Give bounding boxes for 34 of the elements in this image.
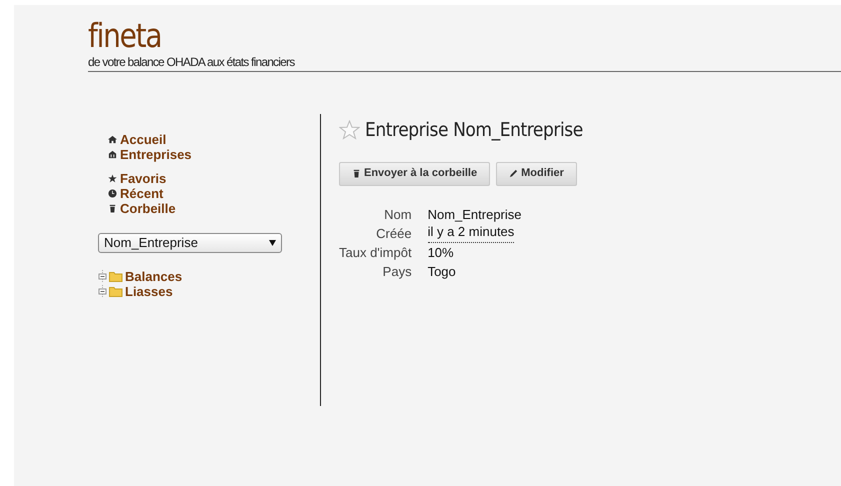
clock-icon <box>108 189 117 198</box>
folder-icon <box>109 286 123 297</box>
tree-expander-icon[interactable] <box>98 285 107 298</box>
tree-item[interactable]: Liasses <box>125 284 173 299</box>
detail-value: 10% <box>428 244 455 262</box>
trash-icon <box>352 169 361 178</box>
pencil-icon <box>509 169 518 178</box>
action-button[interactable]: Envoyer à la corbeille <box>339 162 490 186</box>
nav-link[interactable]: Accueil <box>108 132 166 147</box>
tree-item[interactable]: Balances <box>125 269 182 284</box>
detail-label: Nom <box>383 206 412 224</box>
tree-expander-icon[interactable] <box>98 270 107 283</box>
nav-link[interactable]: Récent <box>108 186 164 201</box>
company-select[interactable]: Nom_Entreprise <box>98 233 282 253</box>
logo: fineta <box>88 17 162 55</box>
home-icon <box>108 135 117 144</box>
detail-value: Togo <box>428 262 457 280</box>
building-icon <box>108 150 117 159</box>
tagline: de votre balance OHADA aux états financiers <box>88 55 294 69</box>
detail-label: Pays <box>382 262 412 280</box>
star-icon <box>108 174 117 183</box>
dropdown-arrow-icon <box>269 240 276 246</box>
trash-icon <box>108 204 117 213</box>
nav-link[interactable]: Entreprises <box>108 147 192 162</box>
folder-icon <box>109 271 123 282</box>
nav-link[interactable]: Corbeille <box>108 201 176 216</box>
action-button[interactable]: Modifier <box>496 162 577 186</box>
detail-value: il y a 2 minutes <box>428 224 514 242</box>
page-title: Entreprise Nom_Entreprise <box>365 118 583 143</box>
detail-label: Taux d'impôt <box>339 244 412 262</box>
detail-value: Nom_Entreprise <box>428 206 522 224</box>
nav-link[interactable]: Favoris <box>108 171 166 186</box>
favorite-star-icon[interactable] <box>339 120 360 140</box>
detail-label: Créée <box>375 224 412 242</box>
